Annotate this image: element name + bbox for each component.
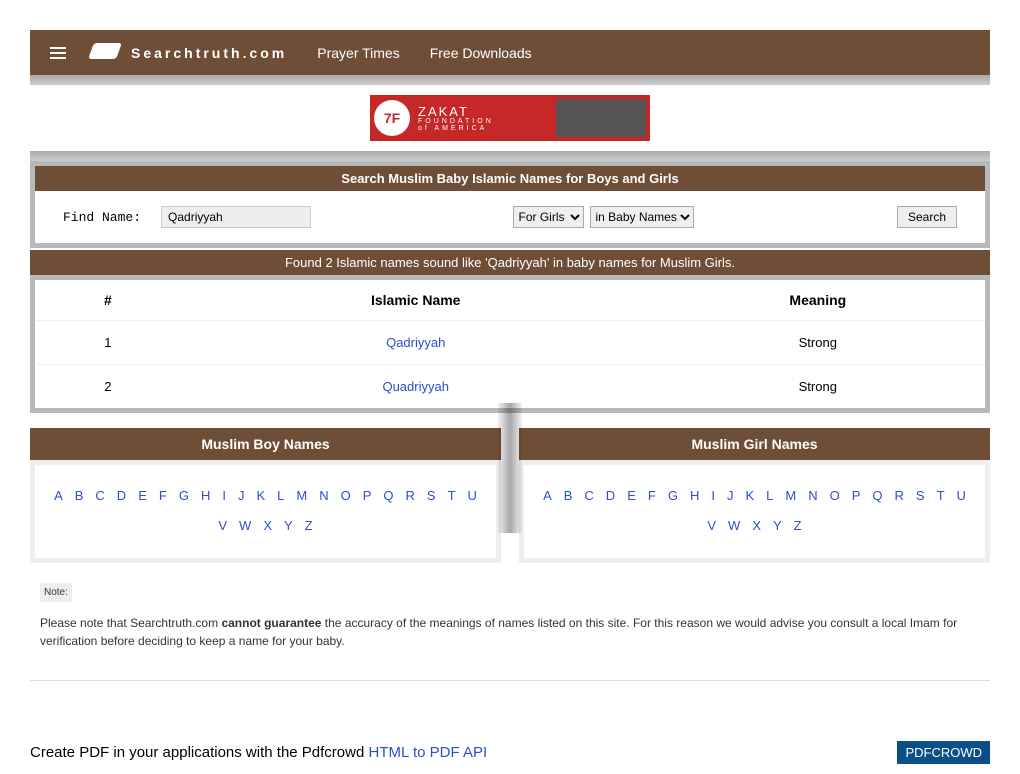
results-table: # Islamic Name Meaning 1 Qadriyyah Stron…: [35, 280, 985, 408]
alpha-letter-e[interactable]: E: [627, 488, 636, 503]
col-meaning: Meaning: [651, 280, 985, 321]
alpha-letter-q[interactable]: Q: [383, 488, 393, 503]
scope-select[interactable]: in Baby Names: [590, 206, 694, 228]
table-header-row: # Islamic Name Meaning: [35, 280, 985, 321]
alpha-letter-l[interactable]: L: [766, 488, 773, 503]
alpha-letter-f[interactable]: F: [159, 488, 167, 503]
divider-shadow: [30, 75, 990, 85]
alpha-letter-u[interactable]: U: [468, 488, 477, 503]
alpha-letter-c[interactable]: C: [584, 488, 593, 503]
alpha-letter-y[interactable]: Y: [284, 518, 293, 533]
navbar: Searchtruth.com Prayer Times Free Downlo…: [30, 30, 990, 75]
find-name-label: Find Name:: [63, 210, 141, 225]
alpha-letter-p[interactable]: P: [852, 488, 861, 503]
alpha-letter-a[interactable]: A: [54, 488, 63, 503]
search-panel: Search Muslim Baby Islamic Names for Boy…: [30, 161, 990, 248]
names-grid: Muslim Boy Names ABCDEFGHIJKLMNOPQRSTUVW…: [30, 428, 990, 563]
col-name: Islamic Name: [181, 280, 651, 321]
alpha-letter-e[interactable]: E: [138, 488, 147, 503]
girl-alphabet: ABCDEFGHIJKLMNOPQRSTU VWXYZ: [519, 460, 990, 563]
alpha-letter-d[interactable]: D: [117, 488, 126, 503]
alpha-letter-w[interactable]: W: [728, 518, 740, 533]
alpha-letter-h[interactable]: H: [201, 488, 210, 503]
table-row: 1 Qadriyyah Strong: [35, 321, 985, 365]
nav-link-prayer-times[interactable]: Prayer Times: [317, 45, 399, 61]
name-input[interactable]: [161, 206, 311, 228]
girl-names-column: Muslim Girl Names ABCDEFGHIJKLMNOPQRSTU V…: [519, 428, 990, 563]
alpha-letter-b[interactable]: B: [564, 488, 573, 503]
boy-names-column: Muslim Boy Names ABCDEFGHIJKLMNOPQRSTU VW…: [30, 428, 501, 563]
gender-select[interactable]: For Girls For Boys: [513, 206, 584, 228]
results-message: Found 2 Islamic names sound like 'Qadriy…: [30, 250, 990, 275]
alpha-letter-s[interactable]: S: [427, 488, 436, 503]
name-link[interactable]: Qadriyyah: [181, 321, 651, 365]
alpha-letter-p[interactable]: P: [363, 488, 372, 503]
alpha-letter-a[interactable]: A: [543, 488, 552, 503]
banner-title: ZAKAT FOUNDATION of AMERICA: [418, 105, 494, 132]
boy-alphabet: ABCDEFGHIJKLMNOPQRSTU VWXYZ: [30, 460, 501, 563]
girl-names-header: Muslim Girl Names: [519, 428, 990, 460]
search-header: Search Muslim Baby Islamic Names for Boy…: [35, 166, 985, 191]
alpha-letter-k[interactable]: K: [745, 488, 754, 503]
alpha-letter-w[interactable]: W: [239, 518, 251, 533]
alpha-letter-r[interactable]: R: [406, 488, 415, 503]
alpha-letter-z[interactable]: Z: [305, 518, 313, 533]
ad-banner[interactable]: 7F ZAKAT FOUNDATION of AMERICA: [0, 95, 1020, 141]
divider-shadow: [30, 151, 990, 161]
alpha-letter-t[interactable]: T: [937, 488, 945, 503]
alpha-letter-o[interactable]: O: [341, 488, 351, 503]
alpha-letter-l[interactable]: L: [277, 488, 284, 503]
note-label: Note:: [40, 583, 72, 602]
alpha-letter-v[interactable]: V: [707, 518, 716, 533]
results-table-container: # Islamic Name Meaning 1 Qadriyyah Stron…: [30, 275, 990, 413]
site-name[interactable]: Searchtruth.com: [131, 45, 287, 61]
column-divider-shadow: [498, 403, 522, 533]
banner-image: [556, 99, 646, 137]
table-row: 2 Quadriyyah Strong: [35, 365, 985, 409]
logo-icon: [91, 43, 121, 63]
banner-badge: 7F: [374, 100, 410, 136]
col-number: #: [35, 280, 181, 321]
footer-text: Create PDF in your applications with the…: [30, 744, 487, 761]
alpha-letter-c[interactable]: C: [95, 488, 104, 503]
alpha-letter-n[interactable]: N: [319, 488, 328, 503]
alpha-letter-v[interactable]: V: [218, 518, 227, 533]
alpha-letter-r[interactable]: R: [895, 488, 904, 503]
boy-names-header: Muslim Boy Names: [30, 428, 501, 460]
alpha-letter-z[interactable]: Z: [794, 518, 802, 533]
divider: [30, 680, 990, 681]
alpha-letter-q[interactable]: Q: [872, 488, 882, 503]
search-form: Find Name: For Girls For Boys in Baby Na…: [35, 191, 985, 243]
alpha-letter-m[interactable]: M: [296, 488, 307, 503]
alpha-letter-h[interactable]: H: [690, 488, 699, 503]
alpha-letter-f[interactable]: F: [648, 488, 656, 503]
name-link[interactable]: Quadriyyah: [181, 365, 651, 409]
alpha-letter-j[interactable]: J: [238, 488, 245, 503]
alpha-letter-k[interactable]: K: [256, 488, 265, 503]
alpha-letter-i[interactable]: I: [222, 488, 226, 503]
alpha-letter-m[interactable]: M: [785, 488, 796, 503]
alpha-letter-g[interactable]: G: [179, 488, 189, 503]
alpha-letter-x[interactable]: X: [263, 518, 272, 533]
alpha-letter-g[interactable]: G: [668, 488, 678, 503]
alpha-letter-o[interactable]: O: [830, 488, 840, 503]
alpha-letter-i[interactable]: I: [711, 488, 715, 503]
alpha-letter-j[interactable]: J: [727, 488, 734, 503]
alpha-letter-t[interactable]: T: [448, 488, 456, 503]
note: Note: Please note that Searchtruth.com c…: [40, 583, 980, 650]
search-button[interactable]: Search: [897, 206, 957, 228]
alpha-letter-u[interactable]: U: [957, 488, 966, 503]
alpha-letter-s[interactable]: S: [916, 488, 925, 503]
pdfcrowd-badge[interactable]: PDFCROWD: [897, 741, 990, 764]
alpha-letter-y[interactable]: Y: [773, 518, 782, 533]
alpha-letter-x[interactable]: X: [752, 518, 761, 533]
footer: Create PDF in your applications with the…: [0, 741, 1020, 774]
menu-icon[interactable]: [50, 44, 66, 62]
nav-link-downloads[interactable]: Free Downloads: [430, 45, 532, 61]
alpha-letter-n[interactable]: N: [808, 488, 817, 503]
alpha-letter-b[interactable]: B: [75, 488, 84, 503]
footer-link[interactable]: HTML to PDF API: [369, 744, 488, 761]
alpha-letter-d[interactable]: D: [606, 488, 615, 503]
